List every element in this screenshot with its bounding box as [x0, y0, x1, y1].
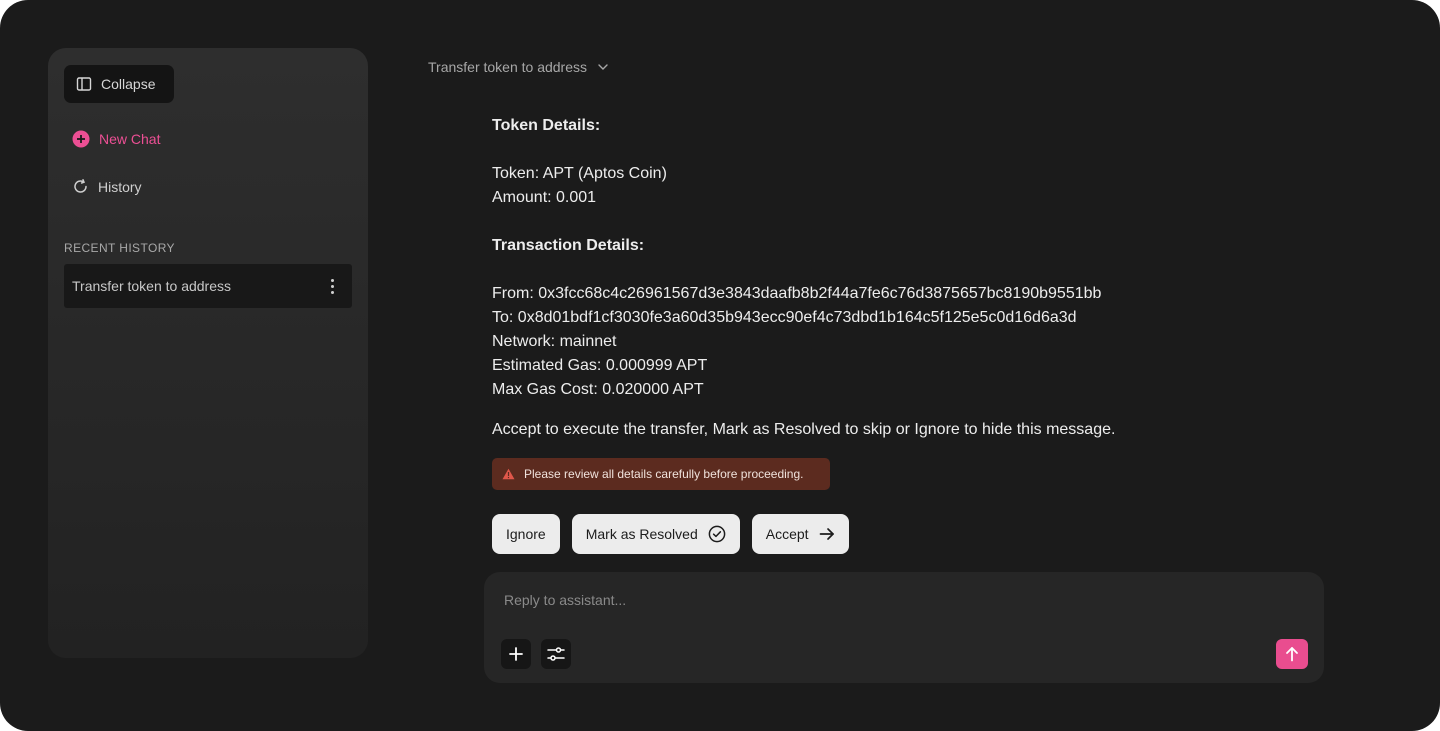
new-chat-label: New Chat: [99, 131, 161, 147]
token-line: Token: APT (Aptos Coin): [492, 165, 667, 182]
warning-triangle-icon: [502, 468, 515, 480]
plus-circle-icon: [72, 130, 90, 148]
ignore-button[interactable]: Ignore: [492, 514, 560, 554]
reply-composer: [484, 572, 1324, 683]
history-refresh-icon: [72, 178, 89, 195]
network-line: Network: mainnet: [492, 333, 617, 350]
max-gas-line: Max Gas Cost: 0.020000 APT: [492, 381, 704, 398]
new-chat-button[interactable]: New Chat: [72, 130, 160, 148]
settings-button[interactable]: [541, 639, 571, 669]
sidebar: Collapse New Chat History RECENT HISTORY…: [48, 48, 368, 658]
send-button[interactable]: [1276, 639, 1308, 669]
chat-title: Transfer token to address: [428, 59, 588, 75]
history-label: History: [98, 178, 142, 195]
arrow-up-icon: [1285, 646, 1299, 662]
estimated-gas-line: Estimated Gas: 0.000999 APT: [492, 357, 708, 374]
recent-history-item-label: Transfer token to address: [72, 278, 232, 294]
check-circle-icon: [708, 525, 726, 543]
reply-input[interactable]: [504, 592, 1284, 608]
ignore-label: Ignore: [506, 526, 546, 542]
collapse-label: Collapse: [101, 76, 156, 92]
amount-line: Amount: 0.001: [492, 189, 597, 206]
action-buttons: Ignore Mark as Resolved Accept: [492, 514, 849, 554]
mark-as-resolved-label: Mark as Resolved: [585, 526, 698, 542]
recent-history-heading: RECENT HISTORY: [64, 241, 175, 255]
accept-label: Accept: [765, 526, 809, 542]
to-address-line: To: 0x8d01bdf1cf3030fe3a60d35b943ecc90ef…: [492, 309, 1077, 326]
accept-button[interactable]: Accept: [751, 514, 849, 554]
app-window: Collapse New Chat History RECENT HISTORY…: [0, 0, 1440, 731]
from-address-line: From: 0x3fcc68c4c26961567d3e3843daafb8b2…: [492, 285, 1102, 302]
arrow-right-icon: [819, 527, 835, 541]
chat-title-dropdown[interactable]: Transfer token to address: [428, 59, 609, 75]
sidebar-panel-icon: [76, 76, 92, 92]
attach-button[interactable]: [501, 639, 531, 669]
kebab-icon[interactable]: [327, 275, 338, 298]
warning-banner: Please review all details carefully befo…: [492, 458, 830, 490]
token-details-heading: Token Details:: [492, 117, 601, 134]
plus-icon: [509, 647, 523, 661]
assistant-message: Token Details: Token: APT (Aptos Coin) A…: [492, 114, 1312, 442]
warning-text: Please review all details carefully befo…: [524, 467, 804, 481]
sliders-icon: [547, 646, 565, 662]
transaction-details-heading: Transaction Details:: [492, 237, 645, 254]
recent-history-item[interactable]: Transfer token to address: [64, 264, 352, 308]
history-button[interactable]: History: [72, 178, 142, 195]
chevron-down-icon: [597, 63, 609, 71]
instruction-text: Accept to execute the transfer, Mark as …: [492, 421, 1116, 438]
mark-as-resolved-button[interactable]: Mark as Resolved: [571, 514, 740, 554]
collapse-button[interactable]: Collapse: [64, 65, 174, 103]
